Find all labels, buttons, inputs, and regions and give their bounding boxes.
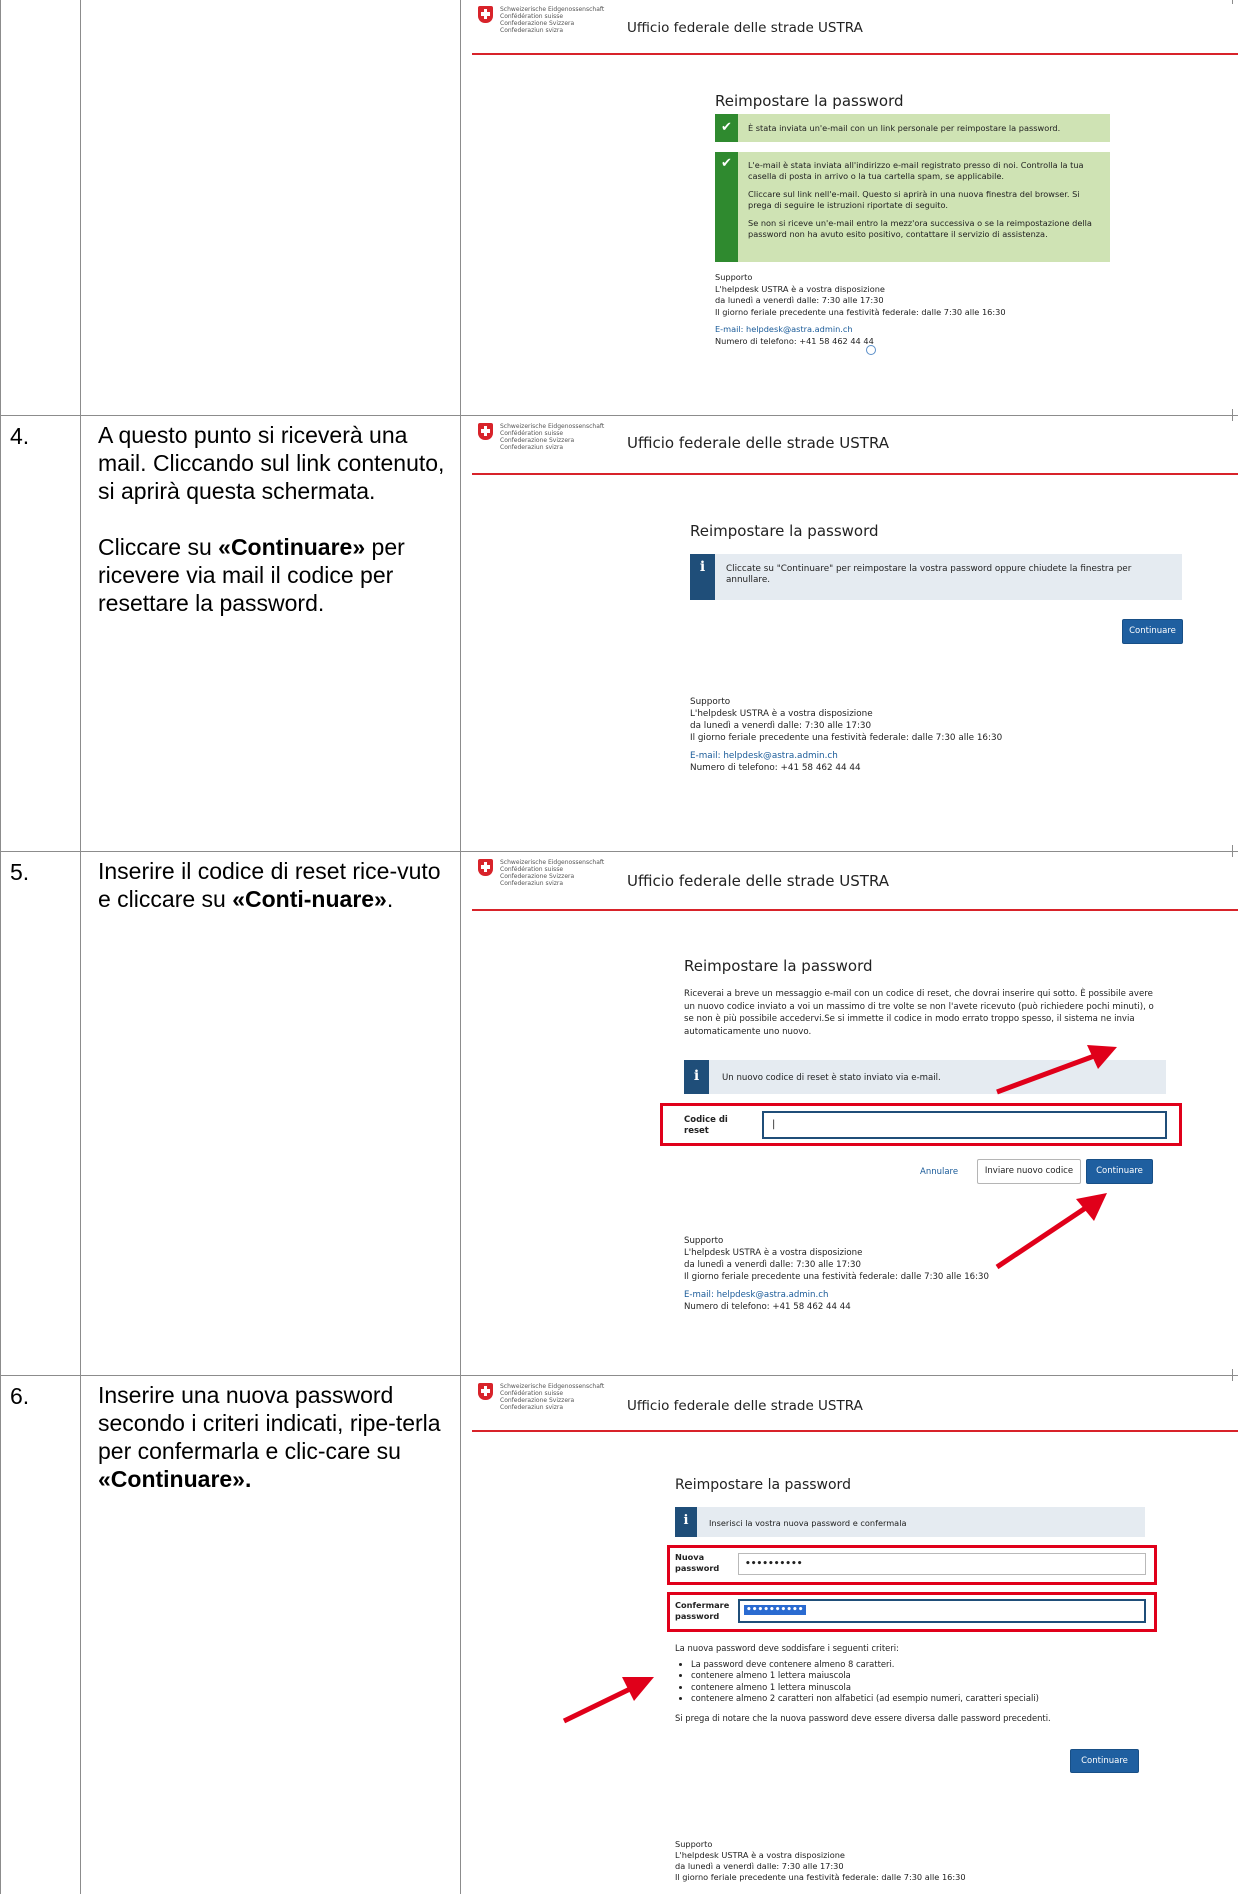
step-instructions: Inserire una nuova password secondo i cr… (98, 1382, 441, 1492)
helpdesk-email-link[interactable]: E-mail: helpdesk@astra.admin.ch (690, 750, 1110, 762)
new-password-input[interactable]: •••••••••• (738, 1553, 1146, 1575)
instruction-document: Schweizerische Eidgenossenschaft Confédé… (0, 0, 1238, 1894)
step-number: 6. (10, 1383, 30, 1409)
reset-code-label: Codice di reset (684, 1115, 728, 1136)
page-title: Reimpostare la password (690, 522, 879, 540)
cursor-icon (866, 345, 876, 355)
info-icon: i (675, 1507, 697, 1537)
support-section: Supporto L'helpdesk USTRA è a vostra dis… (690, 696, 1110, 774)
support-section: Supporto L'helpdesk USTRA è a vostra dis… (675, 1839, 966, 1882)
swiss-shield-icon (478, 1383, 493, 1400)
step-number: 4. (10, 423, 30, 449)
step-instructions: Inserire il codice di reset rice-vuto e … (98, 858, 441, 912)
continue-button[interactable]: Continuare (1070, 1749, 1139, 1773)
swiss-confederation-logo: Schweizerische Eidgenossenschaft Confédé… (478, 1383, 618, 1423)
header-red-line (472, 473, 1238, 475)
page-title: Reimpostare la password (715, 92, 904, 110)
resend-code-button[interactable]: Inviare nuovo codice (977, 1159, 1081, 1184)
header-red-line (472, 53, 1238, 55)
screenshot-email-sent: Schweizerische Eidgenossenschaft Confédé… (472, 4, 1238, 409)
checkmark-icon: ✔ (715, 152, 738, 262)
screenshot-reset-code: Schweizerische Eidgenossenschaft Confédé… (472, 857, 1238, 1369)
page-title: Reimpostare la password (684, 957, 873, 975)
swiss-confederation-logo: Schweizerische Eidgenossenschaft Confédé… (478, 859, 618, 899)
screenshot-continue: Schweizerische Eidgenossenschaft Confédé… (472, 421, 1238, 845)
reset-code-input[interactable]: | (762, 1111, 1167, 1139)
table-column-divider (80, 0, 81, 1894)
header-red-line (472, 909, 1238, 911)
support-section: Supporto L'helpdesk USTRA è a vostra dis… (715, 272, 1115, 347)
info-alert: i Cliccate su "Continuare" per reimposta… (690, 554, 1182, 600)
list-item: contenere almeno 2 caratteri non alfabet… (691, 1693, 1145, 1705)
page-title: Reimpostare la password (675, 1477, 851, 1493)
confirm-password-label: Confermare password (675, 1600, 730, 1621)
header-red-line (472, 1430, 1238, 1432)
agency-title: Ufficio federale delle strade USTRA (627, 1398, 863, 1414)
table-row-divider (0, 1375, 1238, 1376)
helpdesk-phone: Numero di telefono: +41 58 462 44 44 (684, 1302, 851, 1312)
helpdesk-email-link[interactable]: E-mail: helpdesk@astra.admin.ch (684, 1289, 1104, 1301)
checkmark-icon: ✔ (715, 114, 738, 142)
confirm-password-input[interactable]: •••••••••• (738, 1599, 1146, 1623)
annotation-arrow-icon (996, 1045, 1117, 1095)
new-password-label: Nuova password (675, 1552, 720, 1573)
annotation-arrow-icon (562, 1677, 654, 1724)
list-item: La password deve contenere almeno 8 cara… (691, 1659, 1145, 1671)
step-number: 5. (10, 859, 30, 885)
table-border-left (0, 0, 1, 1894)
criteria-list: La password deve contenere almeno 8 cara… (675, 1659, 1145, 1705)
list-item: contenere almeno 1 lettera minuscola (691, 1682, 1145, 1694)
info-icon: i (684, 1060, 709, 1094)
table-row-divider (0, 851, 1238, 852)
swiss-shield-icon (478, 423, 493, 440)
screenshot-new-password: Schweizerische Eidgenossenschaft Confédé… (472, 1381, 1238, 1894)
swiss-confederation-logo: Schweizerische Eidgenossenschaft Confédé… (478, 6, 618, 46)
cancel-link[interactable]: Annulare (920, 1167, 958, 1177)
helpdesk-phone: Numero di telefono: +41 58 462 44 44 (715, 335, 874, 346)
reset-description: Riceverai a breve un messaggio e-mail co… (684, 989, 1154, 1037)
agency-title: Ufficio federale delle strade USTRA (627, 20, 863, 36)
continue-button[interactable]: Continuare (1122, 619, 1183, 644)
agency-title: Ufficio federale delle strade USTRA (627, 434, 890, 452)
info-alert: i Inserisci la vostra nuova password e c… (675, 1507, 1145, 1537)
list-item: contenere almeno 1 lettera maiuscola (691, 1670, 1145, 1682)
swiss-shield-icon (478, 859, 493, 876)
info-success-alert: ✔ L'e-mail è stata inviata all'indirizzo… (715, 152, 1110, 262)
table-row-divider (0, 415, 1238, 416)
agency-title: Ufficio federale delle strade USTRA (627, 872, 890, 890)
password-criteria: La nuova password deve soddisfare i segu… (675, 1643, 1145, 1724)
info-icon: i (690, 554, 715, 600)
table-column-divider (460, 0, 461, 1894)
continue-button[interactable]: Continuare (1086, 1159, 1153, 1184)
swiss-shield-icon (478, 6, 493, 23)
swiss-confederation-logo: Schweizerische Eidgenossenschaft Confédé… (478, 423, 618, 463)
success-alert: ✔ È stata inviata un'e-mail con un link … (715, 114, 1110, 142)
helpdesk-email-link[interactable]: E-mail: helpdesk@astra.admin.ch (715, 324, 1115, 336)
annotation-arrow-icon (995, 1193, 1107, 1270)
step-instructions: A questo punto si riceverà una mail. Cli… (98, 422, 445, 616)
helpdesk-phone: Numero di telefono: +41 58 462 44 44 (690, 763, 861, 773)
